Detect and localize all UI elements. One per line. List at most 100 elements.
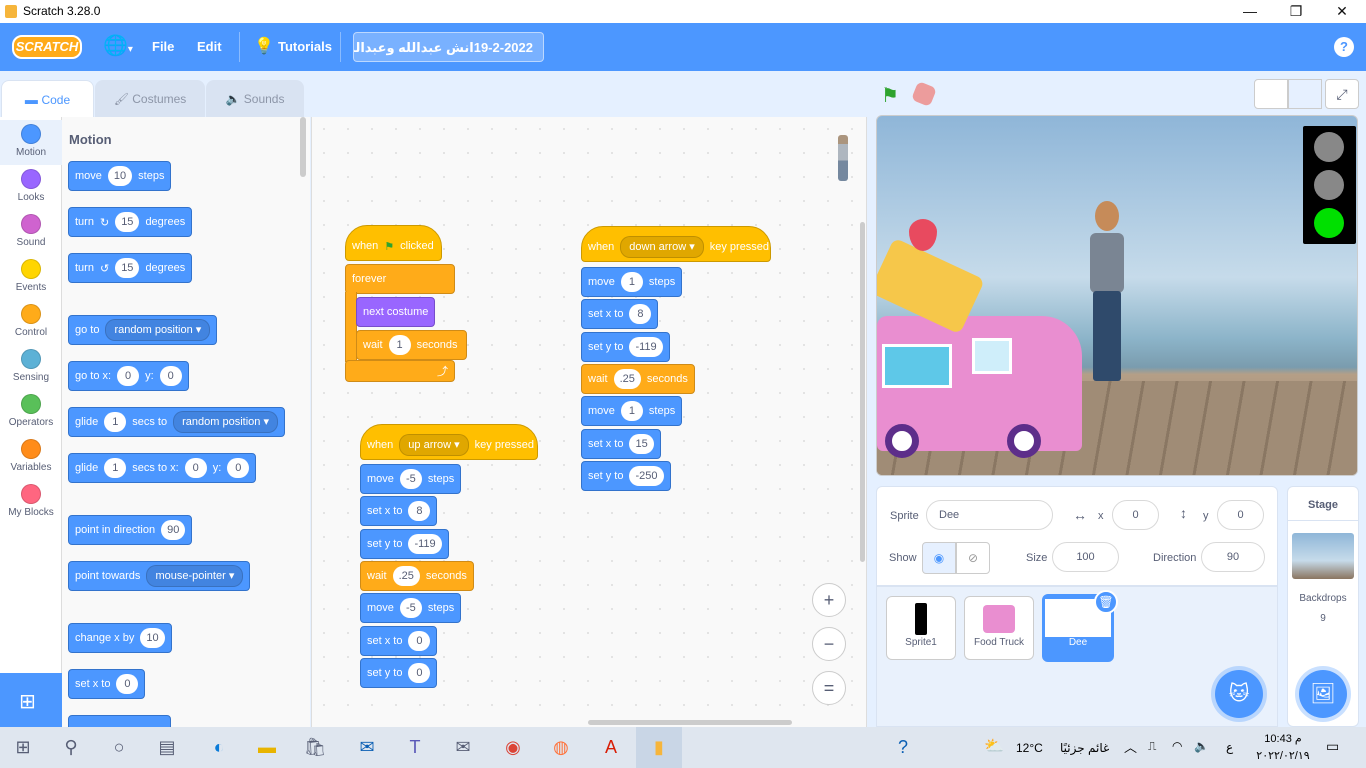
edit-menu[interactable]: Edit	[197, 23, 222, 71]
stop-icon[interactable]	[910, 80, 938, 108]
tray-chevron-icon[interactable]: ︿	[1124, 737, 1137, 756]
palette-scrollbar[interactable]	[300, 117, 306, 177]
block-move[interactable]: move 10 steps	[68, 161, 172, 191]
file-explorer-icon[interactable]: ▬	[244, 727, 290, 768]
block-point-towards[interactable]: point towards mouse-pointer	[68, 561, 251, 591]
y-input[interactable]: 0	[1217, 500, 1264, 530]
category-control[interactable]: Control	[0, 300, 62, 345]
scratch-logo[interactable]: SCRATCH	[12, 35, 82, 59]
volume-icon[interactable]: 🔈	[1194, 739, 1209, 753]
sprite-name-input[interactable]: Dee	[926, 500, 1053, 530]
when-flag-clicked-block[interactable]: when ⚑ clicked	[345, 225, 442, 261]
script-block-wait[interactable]: wait .25 seconds	[360, 560, 474, 591]
script-block-set-y-to[interactable]: set y to -119	[360, 528, 449, 559]
script-block-set-x-to[interactable]: set x to 8	[360, 496, 438, 527]
choose-backdrop-icon[interactable]: 🖼	[1299, 670, 1347, 718]
green-flag-icon[interactable]: ⚑	[881, 83, 899, 108]
category-looks[interactable]: Looks	[0, 165, 62, 210]
hide-eye-icon[interactable]: ⊘	[956, 542, 990, 574]
zoom-out-icon[interactable]: −	[812, 627, 846, 661]
block-change-x[interactable]: change x by 10	[68, 623, 172, 653]
category-variables[interactable]: Variables	[0, 435, 62, 480]
category-operators[interactable]: Operators	[0, 390, 62, 435]
block-turn-left[interactable]: turn ↺ 15 degrees	[68, 253, 193, 283]
help-taskbar-icon[interactable]: ?	[880, 727, 926, 768]
tab-code[interactable]: ▬ Code	[1, 80, 94, 118]
category-motion[interactable]: Motion	[0, 120, 62, 165]
block-partial[interactable]	[68, 715, 171, 727]
choose-sprite-icon[interactable]: 🐱	[1215, 670, 1263, 718]
category-sensing[interactable]: Sensing	[0, 345, 62, 390]
category-events[interactable]: Events	[0, 255, 62, 300]
tutorials-menu[interactable]: Tutorials	[278, 23, 332, 71]
help-icon[interactable]: ?	[1334, 37, 1354, 57]
search-icon[interactable]: ⚲	[48, 727, 94, 768]
zoom-reset-icon[interactable]: =	[812, 671, 846, 705]
clock-time[interactable]: 10:43 م	[1255, 732, 1311, 745]
next-costume-block[interactable]: next costume	[356, 297, 436, 327]
store-icon[interactable]: 🛍	[292, 727, 338, 768]
script-block-set-y-to[interactable]: set y to -250	[581, 460, 671, 491]
category-sound[interactable]: Sound	[0, 210, 62, 255]
block-go-to-xy[interactable]: go to x: 0 y: 0	[68, 361, 189, 391]
outlook-icon[interactable]: ✉	[344, 727, 390, 768]
workspace-vscrollbar[interactable]	[860, 222, 865, 562]
windows-start-icon[interactable]: ⊞	[0, 727, 46, 768]
show-eye-icon[interactable]: ◉	[922, 542, 956, 574]
script-block-set-y-to[interactable]: set y to 0	[360, 657, 438, 688]
category-my-blocks[interactable]: My Blocks	[0, 480, 62, 525]
project-title-input[interactable]: 19-2-2022انش عبدالله وعبدالرحمن...	[353, 32, 544, 62]
add-extension-button[interactable]: ⊞	[0, 673, 62, 727]
restore-button[interactable]: ❐	[1273, 0, 1319, 23]
block-go-to[interactable]: go to random position	[68, 315, 218, 345]
firefox-icon[interactable]: ◍	[538, 727, 584, 768]
zoom-in-icon[interactable]: +	[812, 583, 846, 617]
block-glide-to[interactable]: glide 1 secs to random position	[68, 407, 285, 437]
block-set-x[interactable]: set x to 0	[68, 669, 146, 699]
script-block-wait[interactable]: wait .25 seconds	[581, 363, 695, 394]
script-block-set-y-to[interactable]: set y to -119	[581, 331, 670, 362]
language-globe-icon[interactable]: 🌐▾	[103, 23, 133, 71]
teams-icon[interactable]: T	[392, 727, 438, 768]
delete-sprite-icon[interactable]: 🗑	[1094, 590, 1118, 614]
acrobat-icon[interactable]: A	[588, 727, 634, 768]
script-block-move[interactable]: move 1 steps	[581, 396, 683, 427]
backdrop-thumb[interactable]	[1292, 533, 1354, 579]
tab-sounds[interactable]: 🔈 Sounds	[206, 80, 304, 118]
file-menu[interactable]: File	[152, 23, 174, 71]
when-key-pressed-block[interactable]: whendown arrowkey pressed	[581, 226, 771, 262]
script-block-move[interactable]: move 1 steps	[581, 267, 683, 297]
tab-costumes[interactable]: 🖌 Costumes	[95, 80, 205, 118]
language-indicator[interactable]: ع	[1226, 740, 1233, 754]
sprite-thumb-food-truck[interactable]: Food Truck	[964, 596, 1034, 660]
weather-icon[interactable]: ⛅	[984, 736, 1004, 756]
script-block-set-x-to[interactable]: set x to 8	[581, 299, 659, 330]
clock-date[interactable]: ٢٠٢٢/٠٢/١٩	[1252, 749, 1314, 762]
size-input[interactable]: 100	[1052, 542, 1119, 572]
network-icon[interactable]: ⎍	[1148, 739, 1156, 754]
code-workspace[interactable]: when ⚑ clicked forever ⤴ next costume wait…	[311, 117, 867, 727]
sprite-thumb-sprite1[interactable]: Sprite1	[886, 596, 956, 660]
x-input[interactable]: 0	[1112, 500, 1159, 530]
chrome-icon[interactable]: ◉	[490, 727, 536, 768]
script-block-move[interactable]: move -5 steps	[360, 593, 462, 624]
wait-block[interactable]: wait 1 seconds	[356, 330, 467, 360]
script-block-move[interactable]: move -5 steps	[360, 464, 462, 494]
workspace-hscrollbar[interactable]	[588, 720, 792, 725]
stage-selector[interactable]: Stage Backdrops 9 🖼	[1287, 486, 1359, 727]
stage-canvas[interactable]	[876, 115, 1358, 476]
weather-text[interactable]: غائم جزئيًا	[1060, 741, 1109, 755]
mail-icon[interactable]: ✉	[440, 727, 486, 768]
block-turn-right[interactable]: turn ↻ 15 degrees	[68, 207, 193, 237]
script-block-set-x-to[interactable]: set x to 0	[360, 625, 438, 656]
cortana-icon[interactable]: ○	[96, 727, 142, 768]
scratch-taskbar-icon[interactable]: ▮	[636, 727, 682, 768]
wifi-icon[interactable]: ◠	[1172, 739, 1182, 753]
task-view-icon[interactable]: ▤	[144, 727, 190, 768]
normal-stage-button[interactable]	[1288, 79, 1322, 109]
script-block-set-x-to[interactable]: set x to 15	[581, 428, 661, 459]
lightbulb-icon[interactable]: 💡	[254, 23, 274, 71]
block-glide-to-xy[interactable]: glide 1 secs to x: 0 y: 0	[68, 453, 257, 483]
block-point-direction[interactable]: point in direction 90	[68, 515, 193, 545]
fullscreen-icon[interactable]: ⤢	[1325, 79, 1359, 109]
